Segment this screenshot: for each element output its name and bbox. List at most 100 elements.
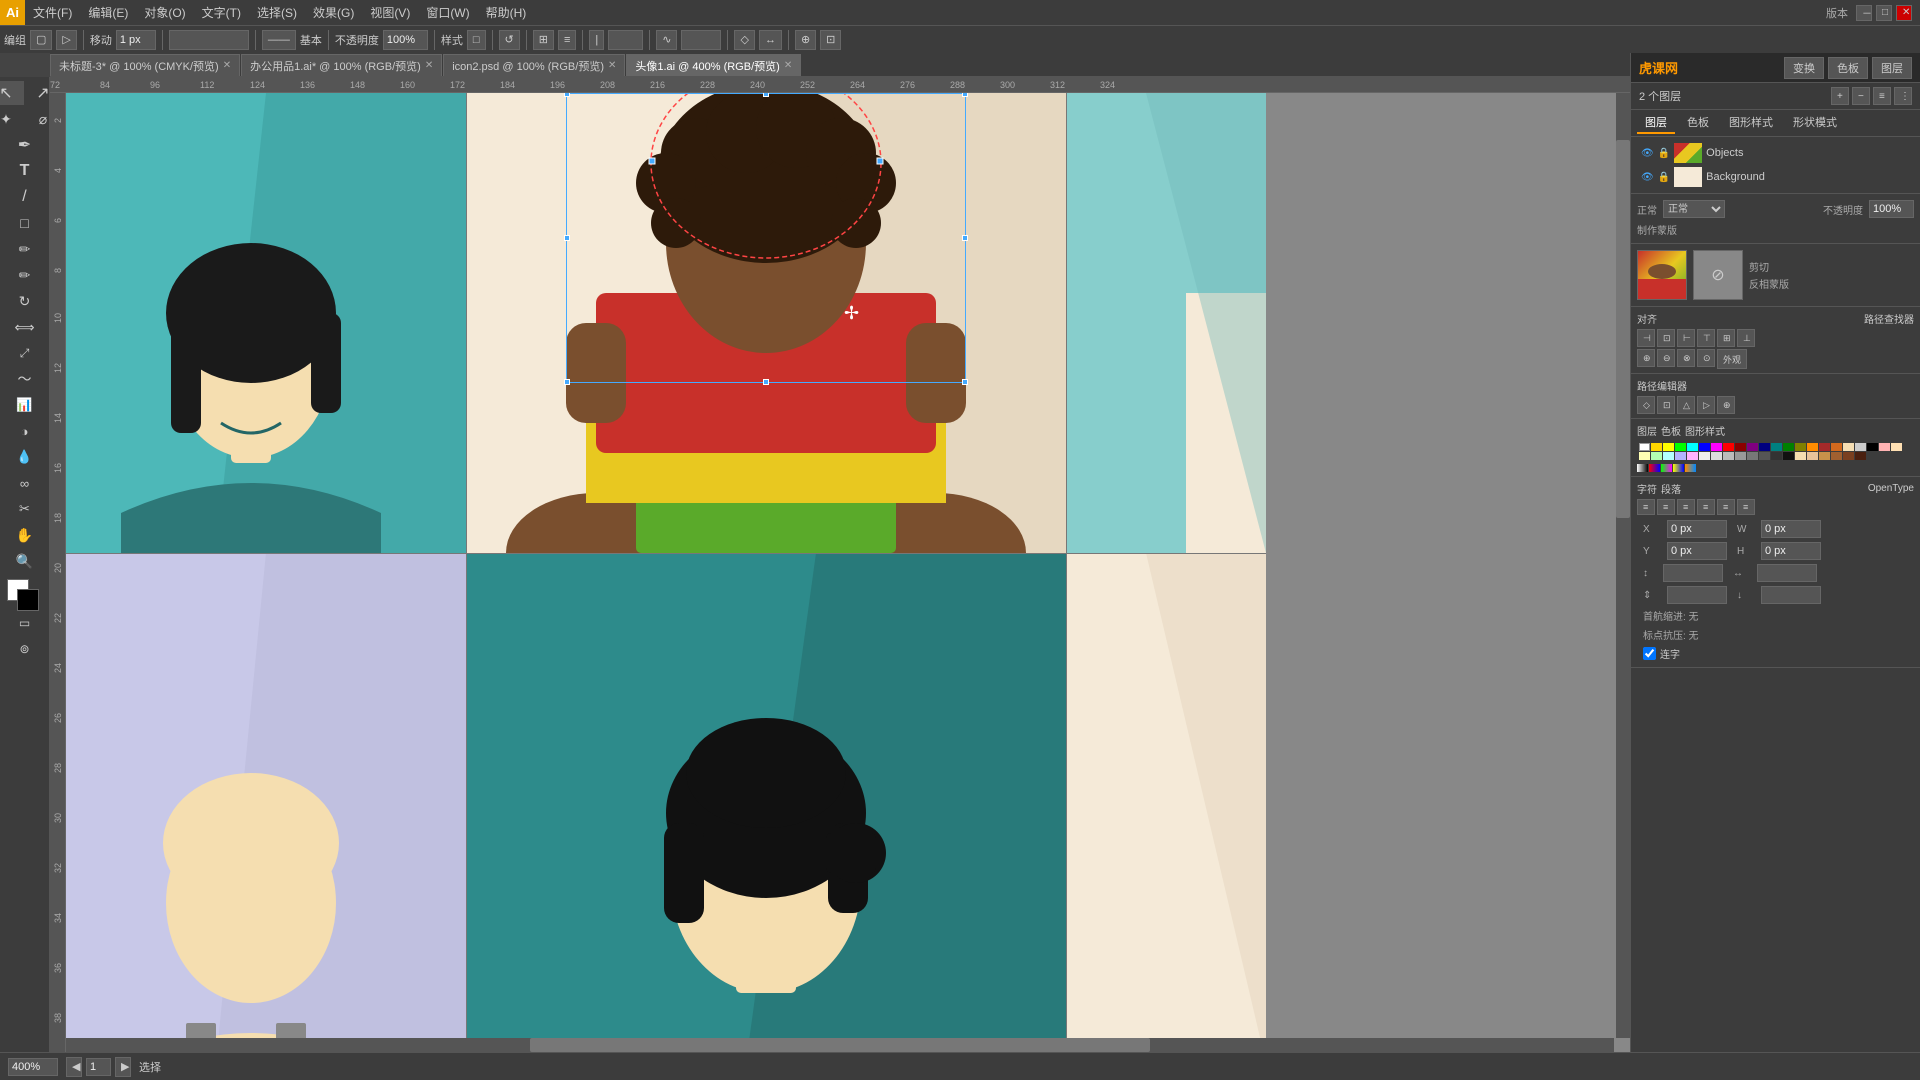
brush-btn[interactable]: ∿: [656, 30, 677, 50]
align-left-btn[interactable]: ⊣: [1637, 329, 1655, 347]
color-tab[interactable]: 图层: [1637, 423, 1657, 438]
shape-tool[interactable]: □: [7, 211, 43, 235]
minimize-button[interactable]: －: [1856, 5, 1872, 21]
maximize-button[interactable]: □: [1876, 5, 1892, 21]
swatch-darkest[interactable]: [1771, 452, 1782, 460]
blend-tool[interactable]: ∞: [7, 471, 43, 495]
brush-input[interactable]: [681, 30, 721, 50]
tab-2-close[interactable]: ✕: [608, 60, 616, 71]
tab-2[interactable]: icon2.psd @ 100% (RGB/预览) ✕: [443, 54, 625, 76]
swatch-skin2[interactable]: [1807, 452, 1818, 460]
layer-add-btn[interactable]: +: [1831, 87, 1849, 105]
pe-btn1[interactable]: ◇: [1637, 396, 1655, 414]
menu-view[interactable]: 视图(V): [362, 0, 418, 25]
grad-yb[interactable]: [1673, 464, 1684, 472]
grad-rb[interactable]: [1649, 464, 1660, 472]
swatch-skin5[interactable]: [1843, 452, 1854, 460]
swatch-red[interactable]: [1723, 443, 1734, 451]
opacity-input[interactable]: [383, 30, 428, 50]
swatch-lightgreen[interactable]: [1651, 452, 1662, 460]
tab-3-close[interactable]: ✕: [784, 60, 792, 71]
char-tab[interactable]: 字符: [1637, 481, 1657, 496]
menu-effect[interactable]: 效果(G): [305, 0, 362, 25]
reset-btn[interactable]: ↺: [499, 30, 520, 50]
swatch-navy[interactable]: [1759, 443, 1770, 451]
tab-1[interactable]: 办公用品1.ai* @ 100% (RGB/预览) ✕: [241, 54, 442, 76]
swatch-darkgray[interactable]: [1747, 452, 1758, 460]
rp-tab-btn-3[interactable]: 图层: [1872, 57, 1912, 79]
layer-subtab-layers[interactable]: 图层: [1637, 112, 1675, 134]
swatch-skin4[interactable]: [1831, 452, 1842, 460]
swatch-lightred[interactable]: [1879, 443, 1890, 451]
graph-tool[interactable]: 📊: [7, 393, 43, 417]
menu-file[interactable]: 文件(F): [25, 0, 80, 25]
swatch-green[interactable]: [1783, 443, 1794, 451]
x-field-input[interactable]: [1667, 520, 1727, 538]
reflect-tool[interactable]: ⟺: [7, 315, 43, 339]
align-top-btn[interactable]: ⊤: [1697, 329, 1715, 347]
swatch-lightyellow[interactable]: [1639, 452, 1650, 460]
eyedropper-tool[interactable]: 💧: [7, 445, 43, 469]
next-page-btn[interactable]: ▶: [115, 1057, 131, 1077]
anchor-btn[interactable]: ◇: [734, 30, 754, 50]
align-bottom-btn[interactable]: ⊥: [1737, 329, 1755, 347]
layer-del-btn[interactable]: −: [1852, 87, 1870, 105]
pencil-tool[interactable]: ✏: [7, 263, 43, 287]
change-screen-mode[interactable]: ▭: [7, 611, 43, 635]
grad-bw[interactable]: [1637, 464, 1648, 472]
leading-input[interactable]: [1663, 564, 1723, 582]
layer-subtab-links[interactable]: 形状模式: [1785, 112, 1845, 134]
pe-btn5[interactable]: ⊕: [1717, 396, 1735, 414]
layer-bg-vis-icon[interactable]: 👁: [1641, 172, 1654, 183]
swatch-darkred[interactable]: [1735, 443, 1746, 451]
zoom-tool[interactable]: 🔍: [7, 549, 43, 573]
pathfinder-intersect[interactable]: ⊗: [1677, 349, 1695, 367]
swatch-medgray[interactable]: [1723, 452, 1734, 460]
swatch-darker[interactable]: [1759, 452, 1770, 460]
magic-wand-tool[interactable]: ✦: [0, 107, 24, 131]
align-btn[interactable]: ≡: [558, 30, 576, 50]
style-btn[interactable]: □: [467, 30, 486, 50]
swatch-orange[interactable]: [1807, 443, 1818, 451]
align-right-btn[interactable]: ⊢: [1677, 329, 1695, 347]
stroke-style-btn[interactable]: ——: [262, 30, 296, 50]
layer-vis-icon[interactable]: 👁: [1641, 148, 1654, 159]
stroke-swatch[interactable]: [17, 589, 39, 611]
stroke-w-input[interactable]: [608, 30, 643, 50]
ligature-checkbox[interactable]: [1643, 647, 1656, 660]
canvas-area[interactable]: ✢: [66, 93, 1630, 1052]
swatch-blue[interactable]: [1699, 443, 1710, 451]
warp-tool[interactable]: 〜: [7, 367, 43, 391]
direct-select-btn[interactable]: ▷: [56, 30, 76, 50]
tab-1-close[interactable]: ✕: [425, 60, 433, 71]
hand-tool[interactable]: ✋: [7, 523, 43, 547]
align-justify-text[interactable]: ≡: [1697, 499, 1715, 515]
pen-tool[interactable]: ✒: [7, 133, 43, 157]
swatch-lightpink[interactable]: [1687, 452, 1698, 460]
pe-btn4[interactable]: ▷: [1697, 396, 1715, 414]
scroll-thumb-v[interactable]: [1616, 140, 1630, 518]
blend-mode-select[interactable]: 正常 正片叠底 滤色: [1663, 200, 1725, 218]
swatch-skin3[interactable]: [1819, 452, 1830, 460]
layer-menu-btn[interactable]: ≡: [1873, 87, 1891, 105]
pe-btn3[interactable]: △: [1677, 396, 1695, 414]
menu-select[interactable]: 选择(S): [249, 0, 305, 25]
tab-0-close[interactable]: ✕: [223, 60, 231, 71]
swatch-dimgray[interactable]: [1735, 452, 1746, 460]
tab-3[interactable]: 头像1.ai @ 400% (RGB/预览) ✕: [626, 54, 801, 76]
swatch-gray[interactable]: [1855, 443, 1866, 451]
close-button[interactable]: ✕: [1896, 5, 1912, 21]
extra2-btn[interactable]: ⊡: [820, 30, 841, 50]
pe-btn2[interactable]: ⊡: [1657, 396, 1675, 414]
zoom-input[interactable]: [8, 1058, 58, 1076]
swatch-gold[interactable]: [1651, 443, 1662, 451]
swatch-lightgray[interactable]: [1699, 452, 1710, 460]
layer-subtab-artboards[interactable]: 色板: [1679, 112, 1717, 134]
swatch-teal[interactable]: [1771, 443, 1782, 451]
menu-text[interactable]: 文字(T): [194, 0, 249, 25]
gradient-tool[interactable]: ◑: [7, 419, 43, 443]
swatch-olive[interactable]: [1795, 443, 1806, 451]
baseline-input[interactable]: [1761, 586, 1821, 604]
para-tab[interactable]: 段落: [1661, 481, 1681, 496]
page-input[interactable]: [86, 1058, 111, 1076]
